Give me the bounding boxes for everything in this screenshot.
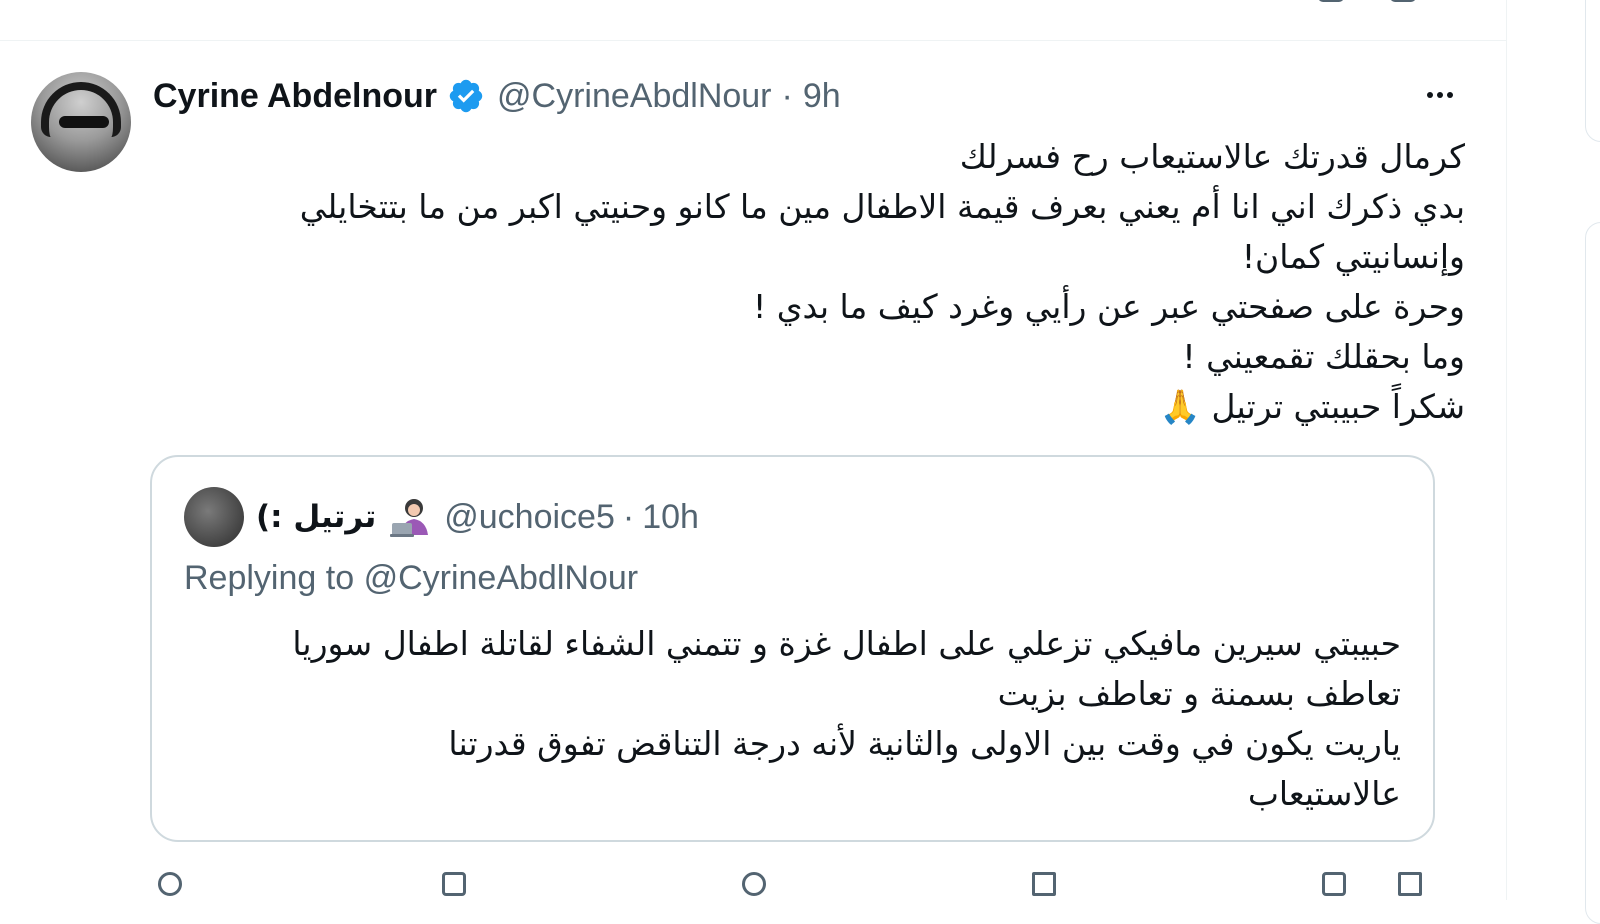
share-icon[interactable]: [1398, 872, 1422, 896]
separator-dot: ·: [781, 76, 793, 115]
views-icon[interactable]: [1032, 872, 1056, 896]
quoted-line: حبيبتي سيرين مافيكي تزعلي على اطفال غزة …: [292, 624, 1401, 663]
tweet-line: شكراً حبيبتي ترتيل 🙏: [1159, 387, 1465, 426]
quoted-handle[interactable]: @uchoice5: [444, 498, 615, 537]
verified-badge-icon[interactable]: [447, 77, 485, 115]
more-dot-icon: [1447, 92, 1453, 98]
replying-prefix: Replying to: [184, 559, 355, 597]
bookmark-icon[interactable]: [1390, 0, 1416, 2]
quoted-line: تعاطف بسمنة و تعاطف بزيت: [997, 674, 1401, 713]
author-name[interactable]: Cyrine Abdelnour: [153, 77, 437, 116]
quoted-timestamp[interactable]: 10h: [642, 498, 699, 537]
tweet-text: كرمال قدرتك عالاستيعاب رح فسرلك بدي ذكرك…: [165, 132, 1465, 432]
replying-to: Replying to @CyrineAbdlNour: [184, 559, 638, 598]
more-options-button[interactable]: [1420, 80, 1460, 110]
sidebar-card-top: [1585, 0, 1600, 142]
like-icon[interactable]: [742, 872, 766, 896]
more-dot-icon: [1437, 92, 1443, 98]
tweet-line: بدي ذكرك اني انا أم يعني بعرف قيمة الاطف…: [299, 187, 1465, 276]
replying-to-link[interactable]: @CyrineAbdlNour: [364, 559, 639, 597]
bookmark-icon[interactable]: [1322, 872, 1346, 896]
tweet-line: وحرة على صفحتي عبر عن رأيي وغرد كيف ما ب…: [752, 287, 1465, 326]
quoted-author-name[interactable]: ترتيل :): [256, 499, 376, 535]
retweet-icon[interactable]: [442, 872, 466, 896]
quoted-avatar[interactable]: [184, 487, 244, 547]
timestamp[interactable]: 9h: [803, 77, 841, 116]
person-with-laptop-icon: [388, 497, 434, 537]
tweet-header: Cyrine Abdelnour @CyrineAbdlNour · 9h: [153, 76, 841, 116]
quoted-tweet[interactable]: ترتيل :) @uchoice5 · 10h Replying to @Cy…: [150, 455, 1435, 842]
previous-tweet-actions: [150, 0, 1440, 12]
column-border: [1506, 0, 1507, 900]
tweet-line: كرمال قدرتك عالاستيعاب رح فسرلك: [959, 137, 1465, 176]
views-icon[interactable]: [1318, 0, 1344, 2]
more-dot-icon: [1427, 92, 1433, 98]
tweet-actions: [150, 872, 1440, 902]
tweet-line: وما بحقلك تقمعيني !: [1182, 337, 1465, 376]
quoted-tweet-header: ترتيل :) @uchoice5 · 10h: [184, 487, 699, 547]
separator-dot: ·: [622, 497, 635, 536]
quoted-tweet-text: حبيبتي سيرين مافيكي تزعلي على اطفال غزة …: [201, 619, 1401, 819]
sidebar-card: [1585, 222, 1600, 924]
quoted-line: ياريت يكون في وقت بين الاولى والثانية لأ…: [448, 724, 1401, 763]
author-handle[interactable]: @CyrineAbdlNour: [497, 77, 772, 116]
quoted-line: عالاستيعاب: [1247, 774, 1401, 813]
tweet-divider: [0, 40, 1507, 41]
avatar[interactable]: [31, 72, 131, 172]
reply-icon[interactable]: [158, 872, 182, 896]
